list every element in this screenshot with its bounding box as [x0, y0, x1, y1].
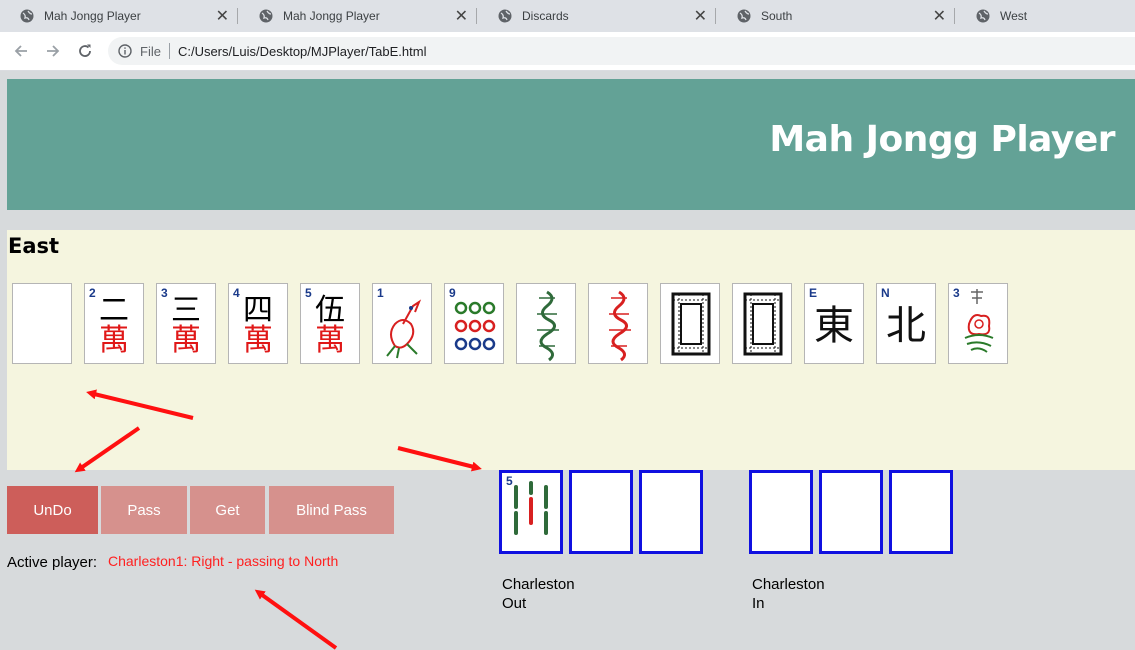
charleston-in-label: Charleston In [752, 575, 825, 613]
globe-icon [737, 9, 751, 23]
browser-tab[interactable]: Mah Jongg Player ✕ [239, 0, 477, 32]
browser-toolbar: File C:/Users/Luis/Desktop/MJPlayer/TabE… [0, 32, 1135, 71]
tab-title: Discards [522, 9, 569, 23]
tab-separator [954, 8, 955, 24]
game-status: Charleston1: Right - passing to North [108, 553, 339, 569]
tile-glyph: 萬 [243, 324, 273, 357]
close-icon[interactable]: ✕ [455, 6, 468, 26]
green-dragon-icon [537, 290, 559, 362]
hand-panel: East 2 二 萬 3 三 萬 4 四 萬 5 伍 萬 1 9 E 東 N 北… [7, 230, 1135, 470]
tile-number: N [881, 286, 890, 300]
tile-number: 1 [377, 286, 384, 300]
tab-separator [237, 8, 238, 24]
label-line: Out [502, 595, 527, 612]
url-divider [168, 43, 170, 59]
tile-east-wind[interactable]: E 東 [804, 283, 864, 364]
close-icon[interactable]: ✕ [694, 6, 707, 26]
charleston-in-slot[interactable] [889, 470, 953, 554]
browser-tab[interactable]: Discards ✕ [478, 0, 716, 32]
browser-tab-strip: Mah Jongg Player ✕ Mah Jongg Player ✕ Di… [0, 0, 1135, 32]
tab-title: Mah Jongg Player [283, 9, 380, 23]
arrow-left-icon [14, 45, 27, 57]
tile-blank[interactable] [12, 283, 72, 364]
label-line: Charleston [752, 576, 825, 593]
globe-icon [259, 9, 273, 23]
globe-icon [20, 9, 34, 23]
page-header: Mah Jongg Player [7, 79, 1135, 210]
reload-icon [79, 44, 91, 57]
tile-3-crak[interactable]: 3 三 萬 [156, 283, 216, 364]
browser-tab[interactable]: Mah Jongg Player ✕ [0, 0, 238, 32]
tab-separator [715, 8, 716, 24]
tile-number: 5 [506, 474, 513, 488]
url-scheme: File [140, 43, 161, 59]
white-dragon-icon [671, 292, 711, 356]
arrow-to-status [254, 589, 338, 650]
tile-flower[interactable]: 3 [948, 283, 1008, 364]
tile-glyph: 四 [243, 294, 273, 327]
globe-icon [498, 9, 512, 23]
tile-glyph: 伍 [315, 294, 345, 327]
forward-button[interactable] [41, 39, 65, 63]
tile-9-dot[interactable]: 9 [444, 283, 504, 364]
tab-title: West [1000, 9, 1028, 23]
label-line: Charleston [502, 576, 575, 593]
url-text[interactable]: C:/Users/Luis/Desktop/MJPlayer/TabE.html [178, 44, 427, 59]
tile-green-dragon[interactable] [516, 283, 576, 364]
tile-4-crak[interactable]: 4 四 萬 [228, 283, 288, 364]
tile-5-crak[interactable]: 5 伍 萬 [300, 283, 360, 364]
back-button[interactable] [9, 39, 33, 63]
tab-title: South [761, 9, 793, 23]
charleston-out-slot[interactable] [569, 470, 633, 554]
tile-number: 9 [449, 286, 456, 300]
label-line: In [752, 595, 765, 612]
tile-red-dragon[interactable] [588, 283, 648, 364]
charleston-in-slot[interactable] [819, 470, 883, 554]
charleston-in-slot[interactable] [749, 470, 813, 554]
info-icon[interactable] [118, 44, 132, 58]
tile-glyph: 北 [886, 304, 926, 348]
pass-button[interactable]: Pass [101, 486, 187, 534]
tile-1-bam[interactable]: 1 [372, 283, 432, 364]
tab-separator [476, 8, 477, 24]
tile-2-crak[interactable]: 2 二 萬 [84, 283, 144, 364]
tile-white-dragon[interactable] [732, 283, 792, 364]
red-dragon-icon [609, 290, 631, 362]
arrow-right-icon [47, 45, 60, 57]
tile-north-wind[interactable]: N 北 [876, 283, 936, 364]
blind-pass-button[interactable]: Blind Pass [269, 486, 394, 534]
close-icon[interactable]: ✕ [933, 6, 946, 26]
charleston-out-slot[interactable]: 5 [499, 470, 563, 554]
get-button[interactable]: Get [190, 486, 265, 534]
tile-glyph: 東 [814, 304, 854, 348]
tile-number: E [809, 286, 818, 300]
tile-glyph: 萬 [315, 324, 345, 357]
tile-glyph: 萬 [171, 324, 201, 357]
white-dragon-icon [743, 292, 783, 356]
tile-glyph: 三 [171, 294, 201, 327]
address-bar[interactable]: File C:/Users/Luis/Desktop/MJPlayer/TabE… [108, 37, 1135, 65]
tile-glyph: 二 [99, 294, 129, 327]
charleston-out-slot[interactable] [639, 470, 703, 554]
tab-title: Mah Jongg Player [44, 9, 141, 23]
tile-white-dragon[interactable] [660, 283, 720, 364]
browser-tab[interactable]: South ✕ [717, 0, 955, 32]
globe-icon [976, 9, 990, 23]
undo-button[interactable]: UnDo [7, 486, 98, 534]
close-icon[interactable]: ✕ [216, 6, 229, 26]
active-player-label: Active player: [7, 554, 98, 571]
browser-tab[interactable]: West [956, 0, 1135, 32]
reload-button[interactable] [73, 39, 97, 63]
player-name: East [8, 234, 60, 258]
tile-glyph: 萬 [99, 324, 129, 357]
page-title: Mah Jongg Player [769, 119, 1115, 160]
charleston-out-label: Charleston Out [502, 575, 575, 613]
tile-number: 3 [953, 286, 960, 300]
